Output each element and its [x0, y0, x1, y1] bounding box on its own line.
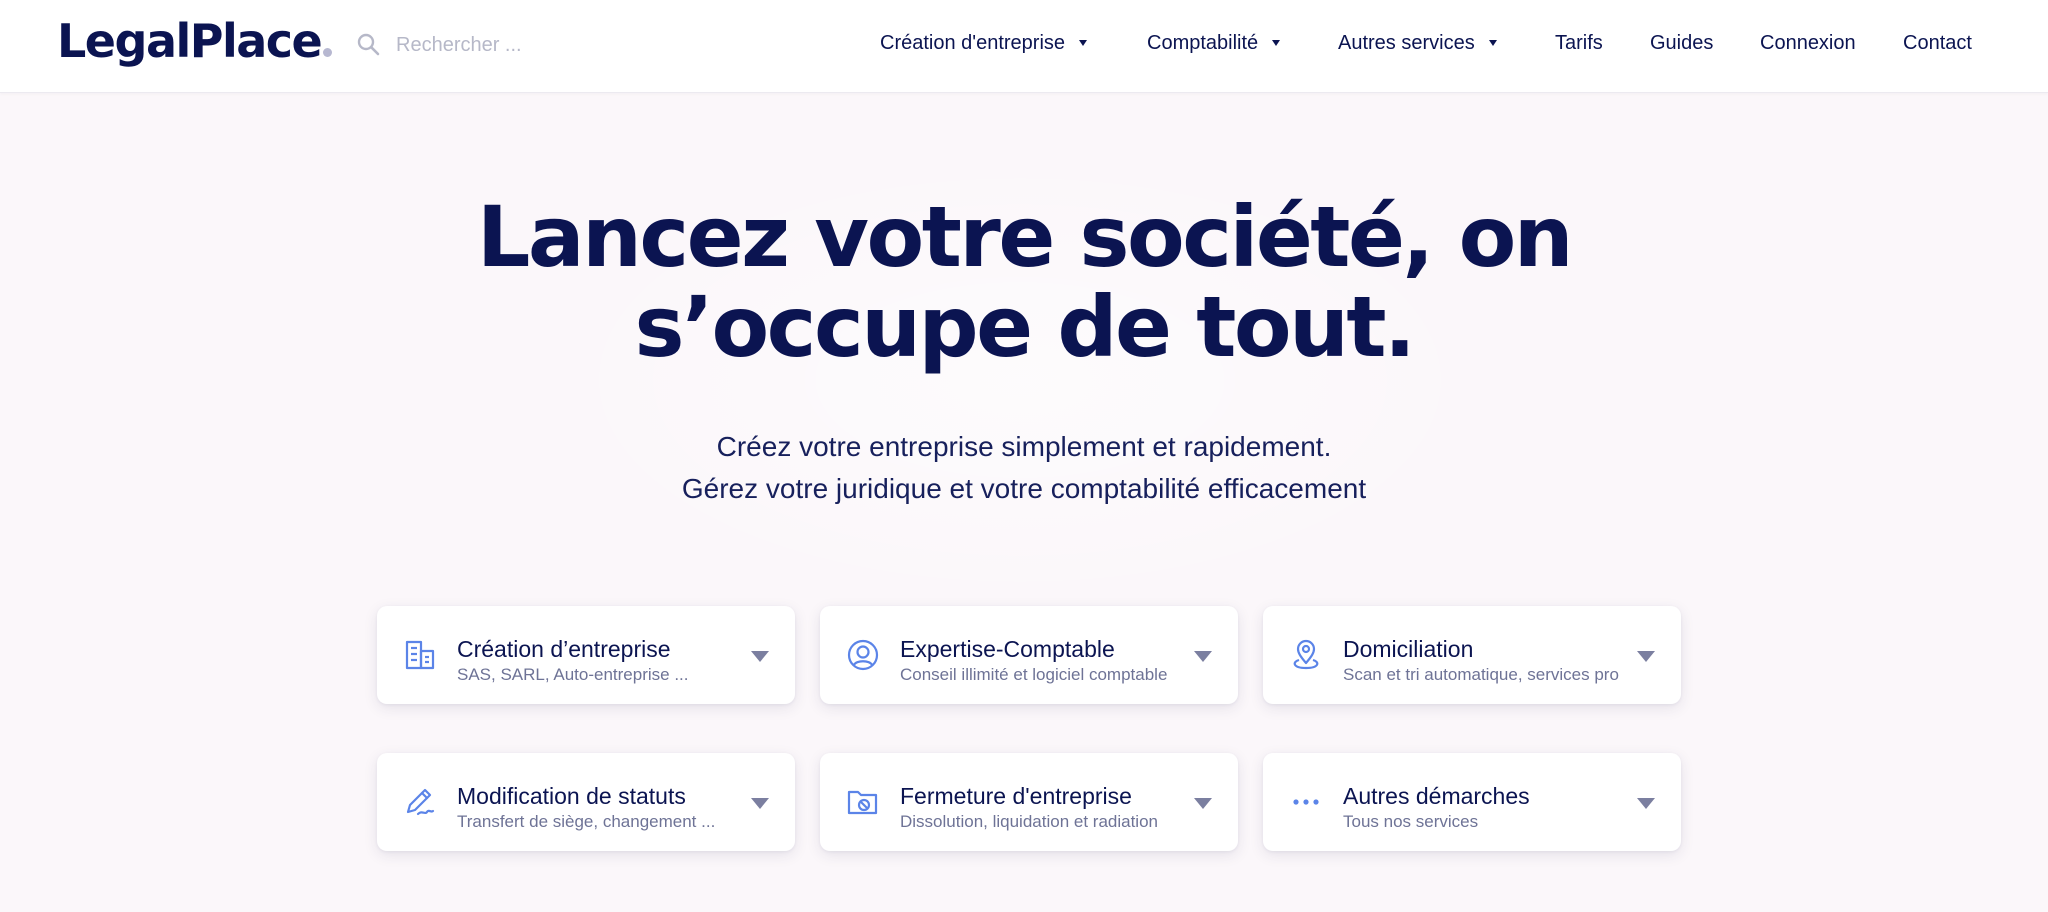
service-card-domiciliation[interactable]: Domiciliation Scan et tri automatique, s… — [1263, 606, 1681, 704]
search-icon[interactable] — [356, 32, 382, 58]
hero-subtitle: Créez votre entreprise simplement et rap… — [0, 426, 2048, 510]
card-description: Scan et tri automatique, services pro — [1343, 665, 1619, 684]
hero-subtitle-line-2: Gérez votre juridique et votre comptabil… — [681, 473, 1367, 504]
nav-label: Tarifs — [1555, 32, 1603, 54]
service-card-fermeture[interactable]: Fermeture d'entreprise Dissolution, liqu… — [820, 753, 1238, 851]
caret-down-icon — [1079, 40, 1088, 46]
card-title: Autres démarches — [1343, 783, 1530, 809]
nav-creation-entreprise[interactable]: Création d'entreprise — [880, 30, 1088, 56]
logo-dot — [323, 48, 333, 57]
caret-down-icon — [1272, 40, 1281, 46]
top-navbar: LegalPlace Rechercher ... Création d'ent… — [0, 0, 2048, 93]
chevron-down-icon[interactable] — [1637, 651, 1655, 662]
card-title: Expertise-Comptable — [900, 636, 1115, 662]
card-description: Tous nos services — [1343, 812, 1479, 831]
service-card-creation[interactable]: Création d’entreprise SAS, SARL, Auto-en… — [377, 606, 795, 704]
chevron-down-icon[interactable] — [1194, 651, 1212, 662]
chevron-down-icon[interactable] — [1637, 798, 1655, 809]
card-description: Dissolution, liquidation et radiation — [900, 812, 1158, 831]
nav-comptabilite[interactable]: Comptabilité — [1147, 30, 1281, 56]
building-icon — [403, 638, 437, 672]
map-pin-icon — [1289, 638, 1323, 672]
hero-title-line-1: Lancez votre société, on — [476, 188, 1574, 286]
caret-down-icon — [1488, 40, 1497, 46]
card-description: SAS, SARL, Auto-entreprise ... — [457, 665, 689, 684]
nav-label: Guides — [1650, 32, 1714, 54]
nav-tarifs[interactable]: Tarifs — [1555, 30, 1603, 56]
search-input[interactable]: Rechercher ... — [396, 34, 522, 57]
service-card-autres-demarches[interactable]: Autres démarches Tous nos services — [1263, 753, 1681, 851]
nav-autres-services[interactable]: Autres services — [1338, 30, 1497, 56]
hero-title: Lancez votre société, on s’occupe de tou… — [0, 192, 2048, 372]
nav-connexion[interactable]: Connexion — [1760, 30, 1856, 56]
card-description: Transfert de siège, changement ... — [457, 812, 716, 831]
folder-close-icon — [846, 785, 880, 819]
card-description: Conseil illimité et logiciel comptable — [900, 665, 1168, 684]
more-dots-icon — [1289, 785, 1323, 819]
pen-icon — [403, 785, 437, 819]
logo[interactable]: LegalPlace — [57, 14, 333, 68]
search-bar[interactable]: Rechercher ... — [356, 28, 616, 62]
nav-contact[interactable]: Contact — [1903, 30, 1972, 56]
user-circle-icon — [846, 638, 880, 672]
nav-label: Comptabilité — [1147, 32, 1259, 54]
service-card-expertise-comptable[interactable]: Expertise-Comptable Conseil illimité et … — [820, 606, 1238, 704]
service-card-modification-statuts[interactable]: Modification de statuts Transfert de siè… — [377, 753, 795, 851]
card-title: Modification de statuts — [457, 783, 686, 809]
nav-label: Création d'entreprise — [880, 32, 1066, 54]
card-title: Fermeture d'entreprise — [900, 783, 1132, 809]
hero-subtitle-line-1: Créez votre entreprise simplement et rap… — [716, 431, 1332, 462]
chevron-down-icon[interactable] — [1194, 798, 1212, 809]
card-title: Domiciliation — [1343, 636, 1474, 662]
card-title: Création d’entreprise — [457, 636, 671, 662]
nav-label: Connexion — [1760, 32, 1856, 54]
chevron-down-icon[interactable] — [751, 798, 769, 809]
nav-label: Contact — [1903, 32, 1972, 54]
nav-label: Autres services — [1338, 32, 1475, 54]
hero-title-line-2: s’occupe de tout. — [634, 278, 1416, 376]
chevron-down-icon[interactable] — [751, 651, 769, 662]
nav-guides[interactable]: Guides — [1650, 30, 1713, 56]
